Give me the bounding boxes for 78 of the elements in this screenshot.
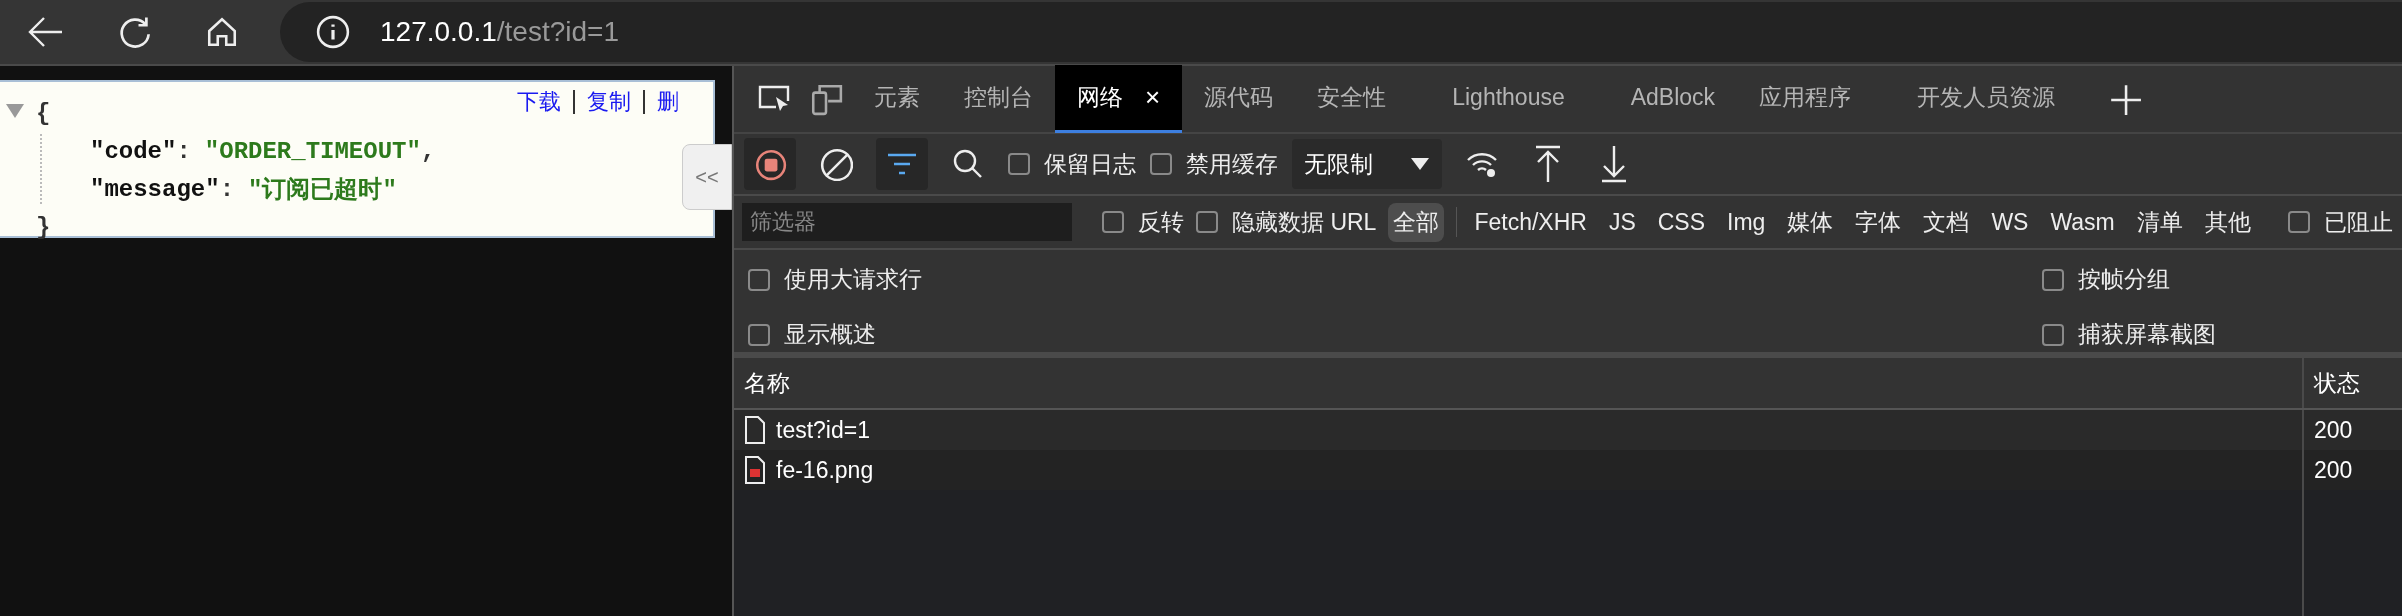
type-filter-button[interactable]: Img (1722, 204, 1771, 240)
request-name[interactable]: test?id=1 (776, 416, 870, 444)
record-icon (753, 147, 787, 181)
checkbox[interactable]: 保留日志 (1008, 148, 1136, 180)
dropdown-arrow-icon (1410, 157, 1430, 171)
json-value: "ORDER_TIMEOUT" (204, 137, 421, 165)
status-code: 200 (2314, 416, 2353, 444)
collapse-triangle-icon[interactable] (6, 104, 24, 118)
block-icon (819, 147, 853, 181)
checkbox[interactable]: 反转 (1102, 206, 1184, 238)
info-icon (316, 15, 350, 49)
json-key: "message" (90, 175, 220, 203)
checkbox-box[interactable] (1008, 153, 1030, 175)
document-icon (744, 415, 766, 445)
home-icon (205, 15, 239, 49)
devtools-tab[interactable]: 应用程序 (1737, 65, 1874, 133)
status-code: 200 (2314, 456, 2353, 484)
checkbox[interactable]: 捕获屏幕截图 (2042, 319, 2402, 350)
plus-icon (2108, 82, 2143, 116)
json-key: "code" (90, 137, 177, 165)
devtools-tab[interactable]: 源代码 (1182, 65, 1296, 133)
type-filter-button[interactable]: Wasm (2045, 204, 2120, 240)
devtools-tab[interactable]: 网络 × (1055, 65, 1183, 133)
throttling-select[interactable]: 无限制 (1292, 139, 1442, 189)
devtools-tab[interactable]: 控制台 (942, 65, 1055, 133)
upload-icon (1533, 144, 1563, 184)
filter-button[interactable] (876, 138, 928, 190)
action-link[interactable]: 下载 (505, 90, 573, 114)
checkbox-box[interactable] (2042, 268, 2064, 291)
request-name[interactable]: fe-16.png (776, 456, 874, 484)
type-filter-button[interactable]: 字体 (1850, 202, 1907, 242)
json-brace: { (36, 99, 51, 127)
action-link[interactable]: 删 (643, 90, 691, 114)
checkbox-box[interactable] (1196, 211, 1218, 233)
search-icon (952, 148, 984, 180)
checkbox-box[interactable] (1150, 153, 1172, 175)
checkbox[interactable]: 隐藏数据 URL (1196, 206, 1377, 238)
devices-icon (809, 82, 843, 116)
devtools-tab[interactable]: Lighthouse (1408, 65, 1609, 133)
devtools-tab[interactable]: AdBlock (1608, 65, 1738, 133)
checkbox[interactable]: 按帧分组 (2042, 264, 2402, 295)
column-header[interactable]: 状态 (2304, 358, 2402, 408)
type-filter-button[interactable]: 媒体 (1782, 202, 1839, 242)
url-text: 127.0.0.1/test?id=1 (380, 16, 619, 48)
collapse-button[interactable]: << (682, 144, 732, 210)
json-colon: : (219, 175, 235, 203)
checkbox[interactable]: 已阻止 (2287, 206, 2393, 238)
image-file-icon (744, 455, 766, 485)
type-filter-button[interactable]: 文档 (1918, 202, 1975, 242)
filter-field[interactable]: 筛选器 (742, 203, 1072, 241)
checkbox-box[interactable] (1102, 211, 1124, 233)
download-icon (1599, 144, 1629, 184)
action-link[interactable]: 复制 (573, 90, 643, 114)
type-filter-button[interactable]: 全部 (1388, 202, 1445, 242)
checkbox-box[interactable] (748, 268, 770, 291)
json-comma: , (420, 137, 436, 165)
checkbox[interactable]: 禁用缓存 (1150, 148, 1278, 180)
checkbox-box[interactable] (2287, 211, 2310, 233)
close-tab-icon[interactable]: × (1145, 82, 1161, 113)
type-filter-button[interactable]: JS (1603, 204, 1641, 240)
checkbox-box[interactable] (2042, 323, 2064, 346)
devtools-tab[interactable]: 开发人员资源 (1873, 65, 2100, 133)
json-brace: } (36, 213, 51, 241)
checkbox[interactable]: 使用大请求行 (748, 264, 2042, 295)
checkbox[interactable]: 显示概述 (748, 319, 2042, 350)
address-bar[interactable]: 127.0.0.1/test?id=1 (280, 2, 2402, 62)
devtools-tab[interactable]: 安全性 (1295, 65, 1409, 133)
devtools-tab[interactable]: 元素 (852, 65, 942, 133)
type-filter-button[interactable]: Fetch/XHR (1469, 204, 1592, 240)
json-colon: : (176, 137, 191, 165)
record-button[interactable] (744, 138, 796, 190)
type-filter-button[interactable]: CSS (1652, 204, 1711, 240)
checkbox-box[interactable] (748, 323, 770, 346)
type-filter-button[interactable]: 清单 (2131, 202, 2188, 242)
type-filter-button[interactable]: 其他 (2199, 202, 2256, 242)
column-header[interactable]: 名称 (734, 358, 2304, 408)
json-value: "订阅已超时" (248, 175, 397, 205)
type-filter-button[interactable]: WS (1986, 204, 2034, 240)
